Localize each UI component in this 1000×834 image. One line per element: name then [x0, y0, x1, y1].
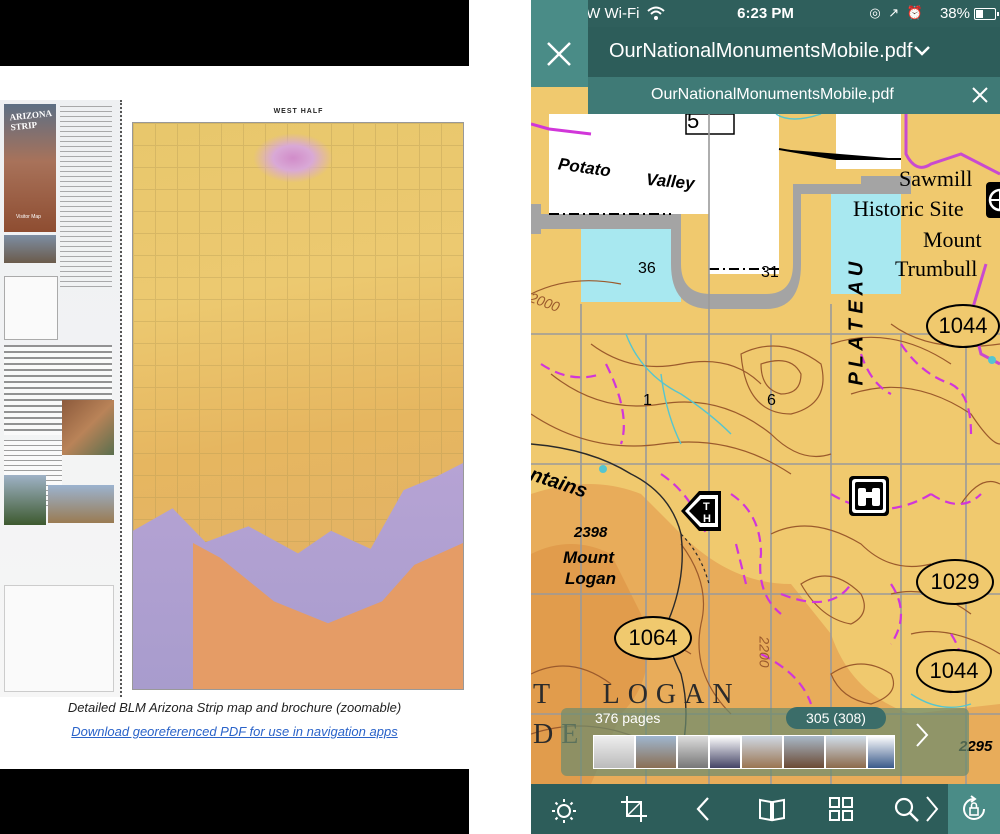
map-sheet-map — [132, 122, 464, 690]
rotate-lock-button[interactable] — [948, 784, 1000, 834]
pdf-map-page[interactable]: T H 5 36 31 1 6 Potato Valley Sawmill Hi… — [531, 114, 1000, 784]
map-sheet-title: WEST HALF — [273, 108, 324, 115]
brochure-photo — [48, 485, 114, 523]
brochure-cover-title: ARIZONA STRIP — [9, 108, 52, 133]
section-number: 31 — [761, 264, 779, 281]
page-thumbnail[interactable] — [677, 735, 709, 769]
brochure-locator-map — [4, 276, 58, 340]
page-thumbnail[interactable] — [741, 735, 783, 769]
map-label-valley: Valley — [645, 169, 696, 194]
viewpoint-icon[interactable] — [849, 476, 889, 516]
chevron-right-icon[interactable] — [915, 722, 929, 748]
letterbox-top — [0, 0, 469, 66]
brochure-photo — [4, 475, 46, 525]
document-toolbar: OurNationalMonumentsMobile.pdf — [531, 27, 1000, 77]
book-icon[interactable] — [757, 794, 787, 824]
page-thumbnail[interactable] — [783, 735, 825, 769]
document-title[interactable]: OurNationalMonumentsMobile.pdf — [609, 40, 913, 63]
current-page-badge[interactable]: 305 (308) — [786, 707, 886, 729]
section-number: 6 — [767, 392, 776, 409]
document-tab[interactable]: OurNationalMonumentsMobile.pdf — [651, 86, 894, 104]
letterbox-bottom — [0, 769, 469, 834]
chevron-right-icon[interactable] — [923, 794, 941, 824]
brightness-icon[interactable] — [549, 794, 579, 824]
road-number: 1044 — [938, 313, 988, 338]
pdf-viewer-app: VZW Wi-Fi 6:23 PM ◎ ↗ ⏰ 38% OurNationalM… — [531, 0, 1000, 834]
road-shield: 1044 — [926, 304, 1000, 348]
section-number: 5 — [687, 114, 700, 133]
road-shield: 1029 — [916, 559, 994, 605]
section-number: 1 — [643, 392, 652, 409]
map-label-mount-logan: Mount — [563, 548, 614, 567]
brochure-cover-subtitle: Visitor Map — [16, 214, 41, 220]
status-bar: VZW Wi-Fi 6:23 PM ◎ ↗ ⏰ 38% — [531, 0, 1000, 27]
road-number: 1064 — [628, 625, 678, 650]
search-icon[interactable] — [891, 794, 921, 824]
close-document-button[interactable] — [531, 0, 588, 87]
page-thumbnail[interactable] — [709, 735, 741, 769]
image-caption: Detailed BLM Arizona Strip map and broch… — [67, 700, 402, 715]
road-number: 1044 — [929, 658, 979, 683]
section-number: 36 — [638, 260, 656, 277]
close-tab-icon[interactable] — [972, 87, 988, 103]
chevron-down-icon[interactable] — [913, 45, 931, 57]
brochure-image[interactable]: ARIZONA STRIP Visitor Map — [0, 100, 122, 697]
map-sheet-image[interactable]: WEST HALF — [128, 100, 469, 697]
road-shield: 1064 — [614, 616, 692, 660]
bottom-toolbar — [531, 784, 1000, 834]
brochure-cover: ARIZONA STRIP Visitor Map — [4, 104, 56, 232]
map-label-sawmill: Sawmill — [899, 166, 973, 191]
elevation-label: 2398 — [574, 524, 608, 541]
clock: 6:23 PM — [737, 5, 794, 22]
road-shield: 1044 — [916, 649, 992, 693]
svg-text:T: T — [703, 501, 710, 513]
back-icon[interactable] — [689, 794, 719, 824]
brochure-photo — [62, 400, 114, 455]
map-label-logan: Logan — [565, 569, 616, 588]
map-sheet-city — [253, 133, 333, 183]
battery-percent: 38% — [939, 5, 970, 22]
svg-text:H: H — [703, 513, 711, 525]
page-thumbnail[interactable] — [635, 735, 677, 769]
brochure-photo — [4, 235, 56, 263]
map-label-plateau: P L A T E A U — [845, 261, 868, 386]
page-count-label: 376 pages — [595, 710, 661, 726]
contour-label: 2200 — [756, 636, 773, 668]
brochure-text-column — [60, 106, 112, 291]
map-label-mount: Mount — [923, 227, 982, 252]
map-label-logan-large: T LOGAN — [533, 679, 741, 710]
battery-icon — [974, 8, 999, 20]
grid-icon[interactable] — [826, 794, 856, 824]
road-number: 1029 — [930, 569, 980, 594]
picnic-icon[interactable] — [986, 182, 1000, 218]
map-label-historic-site: Historic Site — [853, 196, 964, 221]
brochure-legend — [4, 585, 114, 692]
rotate-lock-icon — [963, 795, 985, 820]
map-label-trumbull: Trumbull — [895, 256, 978, 281]
status-icons: ◎ ↗ ⏰ — [869, 5, 925, 20]
page-thumbnail[interactable] — [593, 735, 635, 769]
close-icon — [547, 42, 571, 66]
crop-icon[interactable] — [619, 794, 649, 824]
download-pdf-link[interactable]: Download georeferenced PDF for use in na… — [0, 724, 469, 739]
webpage-pane: ARIZONA STRIP Visitor Map WEST HALF Deta… — [0, 0, 531, 834]
page-thumbnail[interactable] — [867, 735, 895, 769]
page-thumbnail[interactable] — [825, 735, 867, 769]
tab-bar: OurNationalMonumentsMobile.pdf — [588, 77, 1000, 114]
